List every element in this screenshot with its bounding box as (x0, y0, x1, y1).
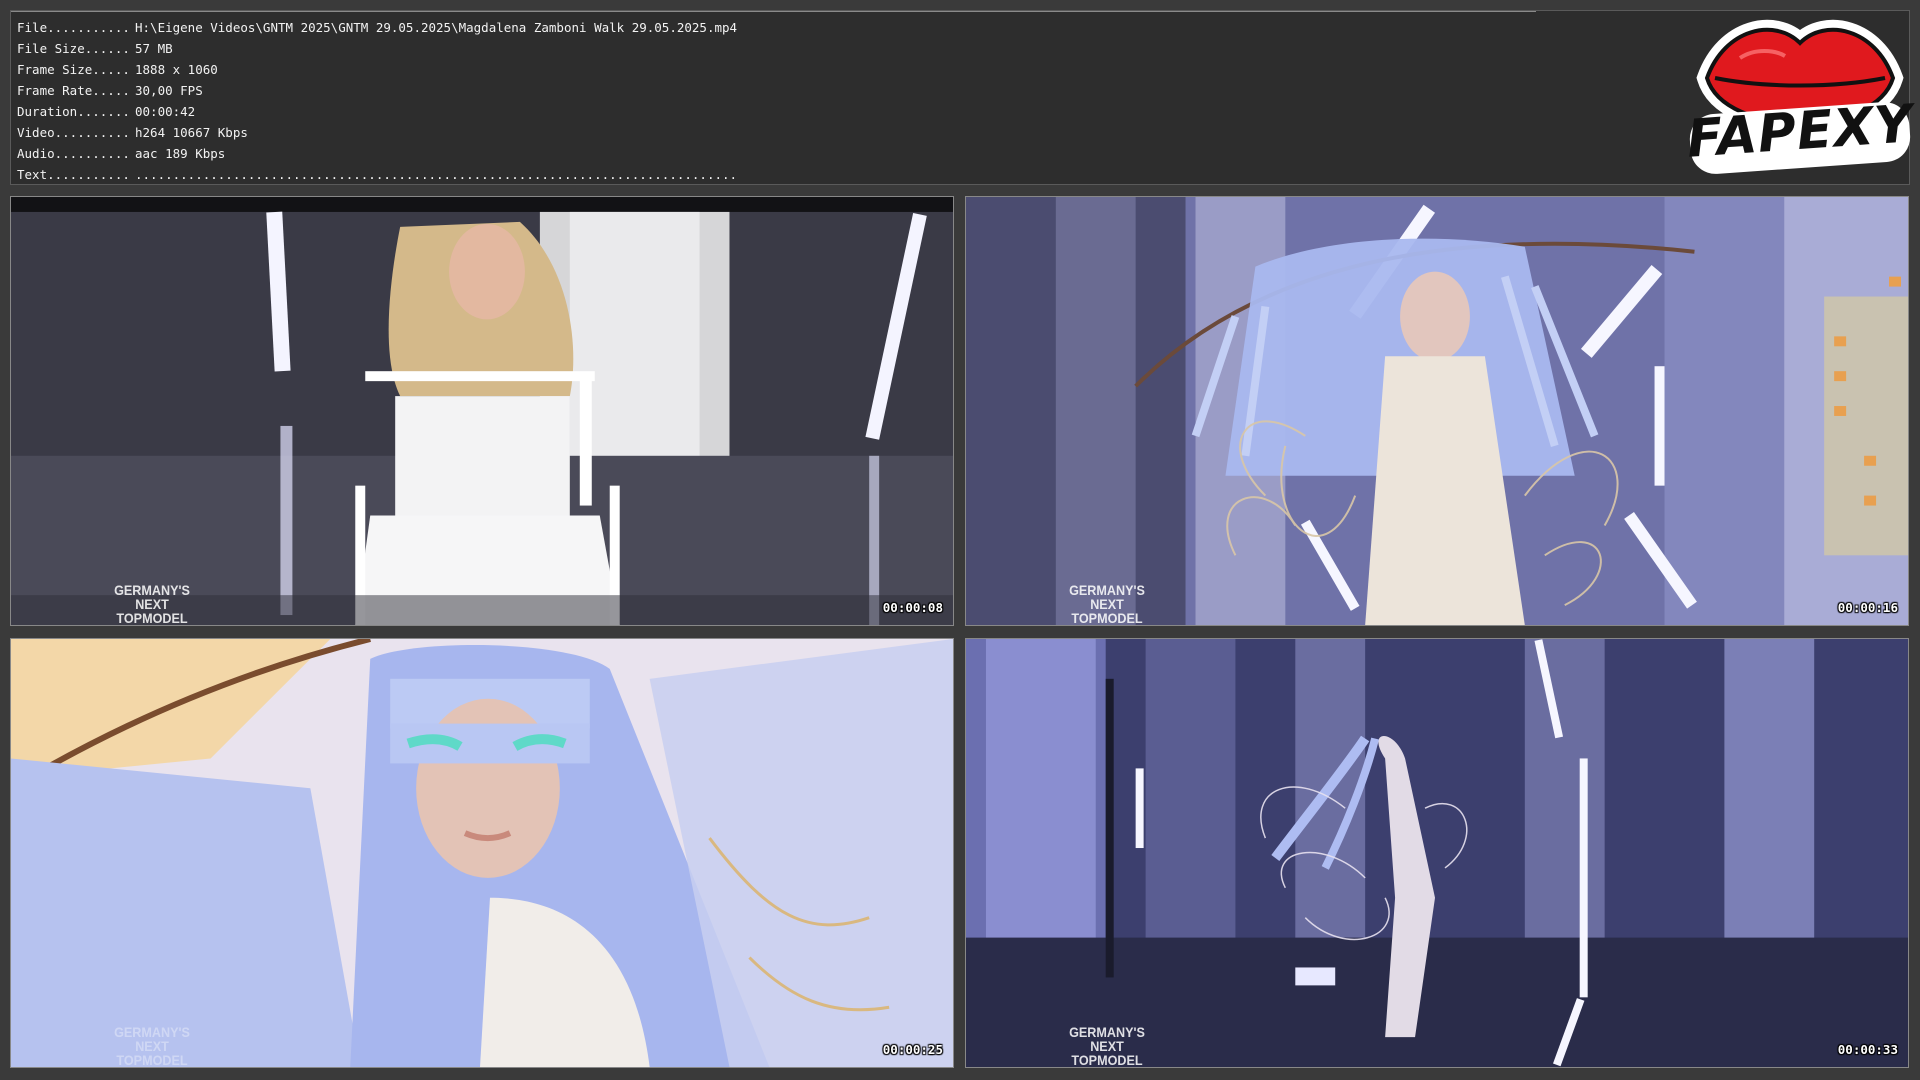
info-key: Frame Rate..... (17, 83, 130, 98)
frame-timestamp: 00:00:16 (1837, 600, 1898, 615)
info-key: Frame Size..... (17, 62, 130, 77)
info-row-frame-size: Frame Size..... 1888 x 1060 (17, 59, 737, 80)
video-thumbnail-1[interactable]: GERMANY'S NEXT TOPMODEL 00:00:08 (10, 196, 954, 626)
info-value: 1888 x 1060 (135, 62, 218, 77)
media-info-panel: File........... H:\Eigene Videos\GNTM 20… (10, 10, 1910, 185)
info-row-frame-rate: Frame Rate..... 30,00 FPS (17, 80, 737, 101)
media-info-rows: File........... H:\Eigene Videos\GNTM 20… (17, 17, 737, 185)
info-row-file-size: File Size...... 57 MB (17, 38, 737, 59)
info-value: 00:00:42 (135, 104, 196, 119)
frame-image-stage-walk (966, 639, 1908, 1067)
info-row-file: File........... H:\Eigene Videos\GNTM 20… (17, 17, 737, 38)
video-thumbnail-3[interactable]: GERMANY'S NEXT TOPMODEL 00:00:25 (10, 638, 954, 1068)
info-row-text: Text........... ........................… (17, 164, 737, 185)
info-key: Video.......... (17, 125, 130, 140)
info-key: Audio.......... (17, 146, 130, 161)
panel-top-border (11, 11, 1536, 12)
gntm-watermark: GERMANY'S NEXT TOPMODEL (1069, 582, 1145, 626)
info-row-duration: Duration....... 00:00:42 (17, 101, 737, 122)
info-key: File Size...... (17, 41, 130, 56)
video-thumbnail-4[interactable]: GERMANY'S NEXT TOPMODEL 00:00:33 (965, 638, 1909, 1068)
info-value: 30,00 FPS (135, 83, 203, 98)
info-key: Text........... (17, 167, 130, 182)
frame-image-runway-wide (966, 197, 1908, 625)
video-thumbnail-2[interactable]: GERMANY'S NEXT TOPMODEL 00:00:16 (965, 196, 1909, 626)
info-row-video: Video.......... h264 10667 Kbps (17, 122, 737, 143)
frame-timestamp: 00:00:33 (1837, 1042, 1898, 1057)
info-value: H:\Eigene Videos\GNTM 2025\GNTM 29.05.20… (135, 20, 738, 35)
info-value: ........................................… (135, 167, 738, 182)
gntm-watermark: GERMANY'S NEXT TOPMODEL (114, 582, 190, 626)
info-row-audio: Audio.......... aac 189 Kbps (17, 143, 737, 164)
info-value: 57 MB (135, 41, 173, 56)
info-key: Duration....... (17, 104, 130, 119)
info-value: h264 10667 Kbps (135, 125, 248, 140)
info-value: aac 189 Kbps (135, 146, 226, 161)
frame-timestamp: 00:00:25 (882, 1042, 943, 1057)
gntm-watermark: GERMANY'S NEXT TOPMODEL (114, 1024, 190, 1068)
info-key: File........... (17, 20, 130, 35)
gntm-watermark: GERMANY'S NEXT TOPMODEL (1069, 1024, 1145, 1068)
frame-image-closeup (11, 639, 953, 1067)
fapexy-logo: FAPEXY (1685, 8, 1915, 180)
frame-timestamp: 00:00:08 (882, 600, 943, 615)
frame-image-host-seated (11, 197, 953, 625)
